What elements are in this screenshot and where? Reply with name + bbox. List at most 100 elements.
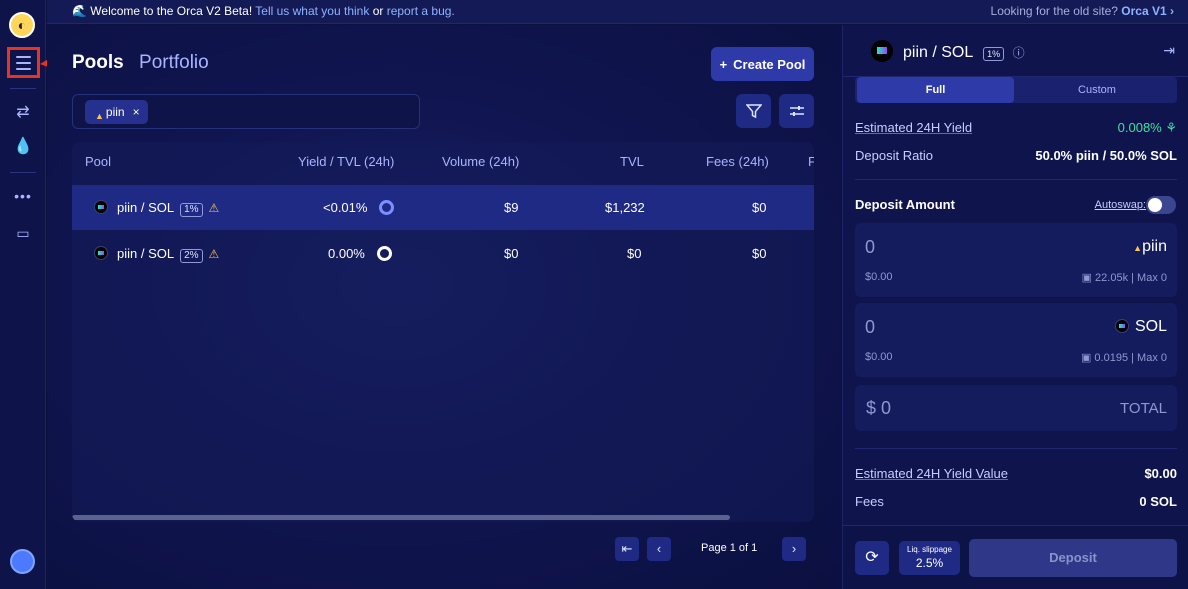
- sol-token-icon: [1114, 319, 1129, 333]
- tab-custom[interactable]: Custom: [1017, 77, 1177, 103]
- rail-divider: [10, 172, 36, 173]
- filter-button[interactable]: [736, 94, 771, 128]
- page-indicator: Page 1 of 1: [701, 542, 758, 554]
- pools-main: Pools Portfolio + Create Pool ▲ piin × P…: [47, 25, 841, 589]
- first-page-button[interactable]: ⇤: [615, 537, 639, 561]
- warning-icon: ⚠: [208, 201, 220, 215]
- token-filter-chip[interactable]: ▲ piin ×: [85, 100, 148, 124]
- prev-page-button[interactable]: ‹: [647, 537, 671, 561]
- close-icon[interactable]: ×: [133, 105, 140, 119]
- volume-cell: $0: [504, 246, 519, 261]
- wallet-icon: ▣: [1081, 272, 1096, 284]
- warning-icon: ⚠: [208, 247, 220, 261]
- sol-token-icon: [871, 40, 893, 62]
- settings-button[interactable]: [779, 94, 814, 128]
- collapse-panel-icon[interactable]: ⇥: [1163, 42, 1175, 59]
- sol-token-icon: [94, 200, 108, 214]
- col-extra[interactable]: F: [808, 154, 814, 169]
- more-icon[interactable]: •••: [0, 188, 46, 204]
- orca-logo-icon[interactable]: ◐: [9, 12, 35, 38]
- fee-badge: 2%: [180, 249, 203, 263]
- pool-cell: piin / SOL 1% ⚠: [94, 200, 219, 217]
- sol-amount-input[interactable]: 0 $0.00 SOL ▣ 0.0195 | Max 0: [855, 303, 1177, 377]
- page-tabs: Pools Portfolio: [72, 52, 209, 74]
- horizontal-scrollbar[interactable]: [72, 515, 730, 520]
- usd-value: $0.00: [865, 351, 893, 363]
- tvl-cell: $0: [627, 246, 642, 261]
- swap-icon[interactable]: ⇄: [0, 102, 46, 122]
- table-row[interactable]: piin / SOL 1% ⚠ <0.01% $9 $1,232 $0: [72, 185, 814, 230]
- refresh-button[interactable]: ⟳: [855, 541, 889, 575]
- banner-or: or: [372, 4, 384, 18]
- sol-token-icon: [94, 246, 108, 260]
- fees-value: 0 SOL: [1139, 494, 1177, 509]
- sliders-icon: [789, 106, 804, 116]
- table-header: Pool Yield / TVL (24h) Volume (24h) TVL …: [72, 142, 814, 182]
- est-value: $0.00: [1144, 466, 1177, 481]
- slippage-value: 2.5%: [915, 556, 944, 570]
- col-tvl[interactable]: TVL: [620, 154, 644, 169]
- rail-divider: [10, 88, 36, 89]
- banner-welcome: Welcome to the Orca V2 Beta!: [90, 4, 253, 18]
- feedback-link[interactable]: Tell us what you think: [255, 4, 369, 18]
- chat-icon[interactable]: ▭: [0, 225, 46, 242]
- balance-text: 22.05k | Max 0: [1095, 272, 1167, 284]
- info-icon[interactable]: ⓘ: [1013, 46, 1025, 60]
- liquidity-drop-icon[interactable]: 💧: [0, 136, 46, 156]
- col-yield[interactable]: Yield / TVL (24h): [298, 154, 394, 169]
- warning-icon: ▲: [1133, 243, 1143, 253]
- divider: [855, 448, 1177, 449]
- wallet-icon: ▣: [1080, 352, 1095, 364]
- table-row[interactable]: piin / SOL 2% ⚠ 0.00% $0 $0 $0: [72, 231, 814, 276]
- report-bug-link[interactable]: report a bug.: [387, 4, 455, 18]
- next-page-button[interactable]: ›: [782, 537, 806, 561]
- fees-cell: $0: [752, 200, 767, 215]
- pair-label: piin / SOL: [117, 246, 175, 261]
- pool-cell: piin / SOL 2% ⚠: [94, 246, 219, 263]
- tab-pools[interactable]: Pools: [72, 52, 124, 73]
- autoswap-toggle[interactable]: [1146, 196, 1176, 214]
- col-volume[interactable]: Volume (24h): [442, 154, 519, 169]
- est-yield-label[interactable]: Estimated 24H Yield: [855, 120, 972, 135]
- est-yield-value: 0.008% ⚘: [1117, 120, 1177, 135]
- filter-icon: [745, 104, 762, 119]
- slippage-button[interactable]: Liq. slippage 2.5%: [899, 541, 960, 575]
- yield-cell: <0.01%: [323, 200, 395, 215]
- col-pool[interactable]: Pool: [85, 154, 111, 169]
- panel-header: piin / SOL 1% ⓘ ⇥: [843, 25, 1188, 77]
- usd-value: $0.00: [865, 271, 893, 283]
- total-box: $ 0 TOTAL: [855, 385, 1177, 431]
- create-pool-button[interactable]: + Create Pool: [711, 47, 814, 81]
- token-label: ▲piin: [1133, 238, 1167, 256]
- total-label: TOTAL: [1120, 400, 1167, 417]
- avatar[interactable]: [10, 549, 35, 574]
- amount-value[interactable]: 0: [865, 237, 875, 258]
- volume-cell: $9: [504, 200, 519, 215]
- fees-cell: $0: [752, 246, 767, 261]
- panel-pair: piin / SOL 1% ⓘ: [871, 40, 1025, 62]
- old-site-text: Looking for the old site?: [990, 4, 1118, 18]
- orca-v1-link[interactable]: Orca V1 ›: [1121, 4, 1174, 18]
- plus-icon: +: [719, 56, 728, 72]
- slippage-label: Liq. slippage: [907, 545, 952, 554]
- pair-label: piin / SOL: [117, 200, 175, 215]
- tab-full[interactable]: Full: [857, 77, 1014, 103]
- ratio-value: 50.0% piin / 50.0% SOL: [1035, 148, 1177, 163]
- menu-icon[interactable]: [7, 47, 40, 78]
- panel-footer: ⟳ Liq. slippage 2.5% Deposit: [843, 525, 1188, 589]
- range-toggle: Full Custom: [855, 77, 1177, 103]
- est-value-label[interactable]: Estimated 24H Yield Value: [855, 466, 1008, 481]
- tvl-cell: $1,232: [605, 200, 645, 215]
- yield-cell: 0.00%: [328, 246, 392, 261]
- amount-value[interactable]: 0: [865, 317, 875, 338]
- search-input[interactable]: ▲ piin ×: [72, 94, 420, 129]
- tab-portfolio[interactable]: Portfolio: [139, 52, 209, 73]
- balance-max[interactable]: ▣ 0.0195 | Max 0: [1081, 351, 1167, 364]
- deposit-button[interactable]: Deposit: [969, 539, 1177, 577]
- yield-ring-icon: [379, 200, 395, 215]
- balance-max[interactable]: ▣ 22.05k | Max 0: [1082, 271, 1167, 284]
- divider: [855, 179, 1177, 180]
- col-fees[interactable]: Fees (24h): [706, 154, 769, 169]
- token-label: SOL: [1114, 318, 1167, 336]
- piin-amount-input[interactable]: 0 $0.00 ▲piin ▣ 22.05k | Max 0: [855, 223, 1177, 297]
